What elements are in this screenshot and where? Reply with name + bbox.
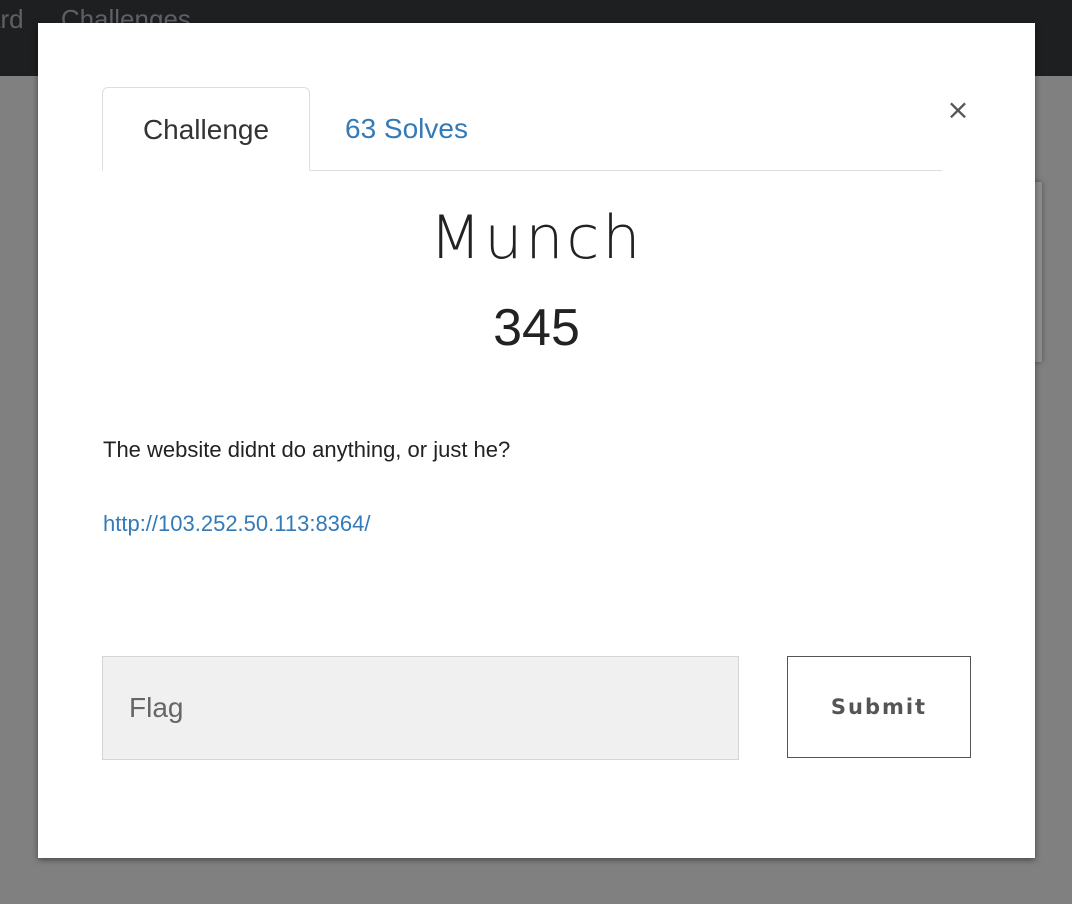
challenge-description: The website didnt do anything, or just h… (103, 437, 511, 462)
challenge-link[interactable]: http://103.252.50.113:8364/ (103, 511, 371, 537)
tab-solves[interactable]: 63 Solves (345, 87, 468, 170)
modal-tabs: Challenge 63 Solves (102, 87, 942, 171)
submit-button[interactable]: Submit (787, 656, 971, 758)
flag-input[interactable] (102, 656, 739, 760)
tab-challenge[interactable]: Challenge (102, 87, 310, 171)
nav-item-scoreboard[interactable]: ard (0, 4, 24, 35)
close-icon[interactable]: × (941, 93, 975, 127)
challenge-points: 345 (493, 299, 580, 357)
challenge-title: Munch (429, 203, 644, 273)
challenge-modal: × Challenge 63 Solves Munch 345 The webs… (38, 23, 1035, 858)
